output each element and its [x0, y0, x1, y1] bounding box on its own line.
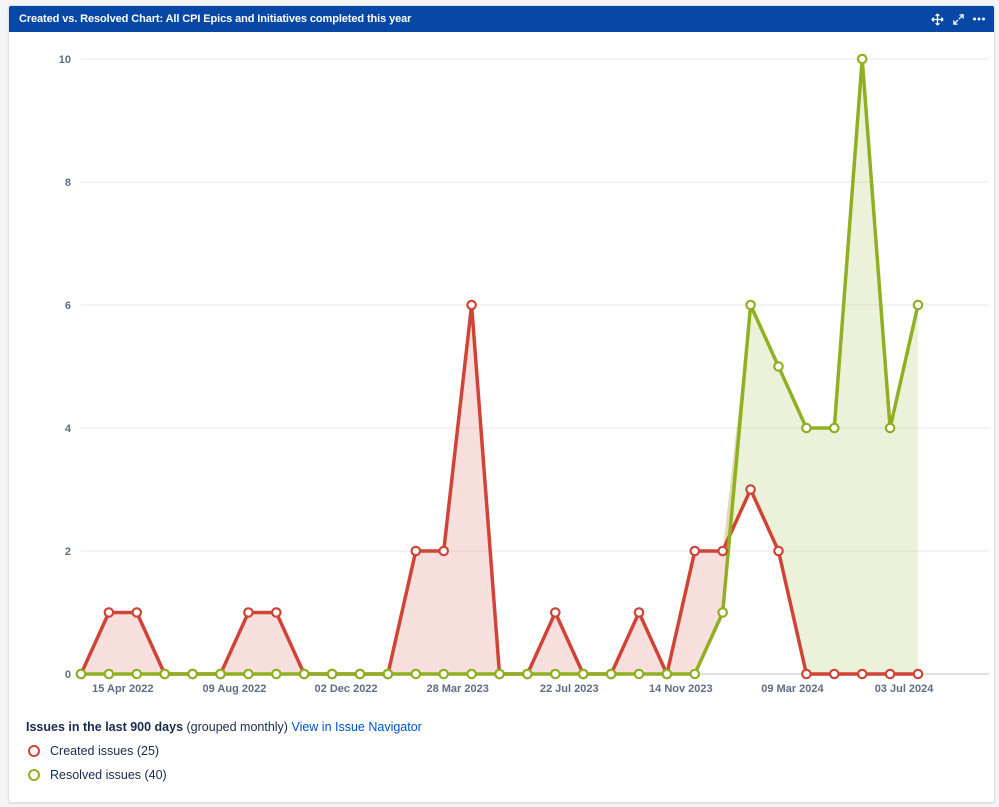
resolved-data-point [633, 668, 645, 680]
resolved-data-point [912, 299, 924, 311]
view-in-issue-navigator-link[interactable]: View in Issue Navigator [291, 720, 421, 734]
resolved-data-point [466, 668, 477, 680]
y-tick-label: 6 [65, 300, 71, 312]
chart-footer: Issues in the last 900 days (grouped mon… [26, 720, 422, 782]
created-data-point [410, 545, 422, 557]
y-tick-label: 10 [59, 54, 71, 66]
resolved-data-point [382, 668, 394, 680]
resolved-data-point [717, 607, 728, 618]
resolved-data-point [326, 668, 338, 680]
resolved-area [81, 59, 918, 674]
created-data-point [131, 607, 143, 618]
resolved-data-point [828, 422, 840, 434]
created-data-point [884, 668, 896, 680]
created-data-point [466, 299, 477, 311]
legend-resolved-label: Resolved issues (40) [50, 768, 167, 782]
resolved-data-point [187, 668, 198, 680]
gadget-title-bar: Created vs. Resolved Chart: All CPI Epic… [9, 6, 994, 32]
created-data-point [828, 668, 840, 680]
x-tick-label: 28 Mar 2023 [426, 683, 488, 695]
x-tick-label: 03 Jul 2024 [875, 683, 935, 695]
created-data-point [438, 545, 449, 557]
resolved-data-point [773, 361, 784, 372]
created-data-point [633, 607, 645, 618]
legend-item-created[interactable]: Created issues (25) [26, 744, 422, 758]
created-data-point [773, 545, 784, 557]
y-tick-label: 0 [65, 669, 71, 681]
resolved-data-point [410, 668, 422, 680]
created-vs-resolved-chart: 0 2 4 6 8 10 15 Apr 2022 09 Aug 2022 02 Dec 2022… [59, 53, 989, 695]
resolved-data-point [298, 668, 310, 680]
created-data-point [717, 545, 728, 557]
resolved-data-point [270, 668, 282, 680]
x-tick-label: 22 Jul 2023 [540, 683, 599, 695]
resolved-data-point [75, 668, 87, 680]
resolved-data-point [438, 668, 449, 680]
resolved-data-point [354, 668, 366, 680]
resolved-data-point [494, 668, 505, 680]
y-tick-label: 2 [65, 546, 71, 558]
created-data-point [856, 668, 868, 680]
legend-item-resolved[interactable]: Resolved issues (40) [26, 768, 422, 782]
move-icon[interactable] [930, 12, 944, 26]
resolved-data-point [159, 668, 170, 680]
resolved-data-point [745, 299, 756, 311]
x-tick-label: 02 Dec 2022 [315, 683, 378, 695]
more-options-icon[interactable] [972, 12, 986, 26]
resolved-data-point [661, 668, 673, 680]
created-marker-icon [28, 745, 40, 757]
resolved-data-point [689, 668, 701, 680]
chart-area: 0 2 4 6 8 10 15 Apr 2022 09 Aug 2022 02 Dec 2022… [9, 32, 994, 712]
maximize-icon[interactable] [951, 12, 965, 26]
gadget-actions [930, 12, 986, 26]
resolved-data-point [801, 422, 812, 434]
legend-created-label: Created issues (25) [50, 744, 160, 758]
resolved-marker-icon [28, 769, 40, 781]
y-tick-label: 8 [65, 177, 71, 189]
resolved-data-point [856, 53, 868, 65]
footer-heading-row: Issues in the last 900 days (grouped mon… [26, 720, 422, 734]
resolved-data-point [549, 668, 561, 680]
created-data-point [689, 545, 701, 557]
y-tick-label: 4 [65, 423, 72, 435]
created-data-point [103, 607, 115, 618]
x-tick-label: 09 Mar 2024 [761, 683, 824, 695]
resolved-data-point [605, 668, 617, 680]
created-data-point [549, 607, 561, 618]
grouping-label: (grouped monthly) [186, 720, 288, 734]
created-data-point [912, 668, 924, 680]
created-data-point [270, 607, 282, 618]
resolved-data-point [884, 422, 896, 434]
resolved-data-point [577, 668, 589, 680]
resolved-data-point [243, 668, 254, 680]
resolved-data-point [131, 668, 143, 680]
gadget-title: Created vs. Resolved Chart: All CPI Epic… [19, 13, 412, 25]
created-data-point [801, 668, 812, 680]
resolved-data-point [522, 668, 533, 680]
created-data-point [243, 607, 254, 618]
resolved-data-point [215, 668, 226, 680]
x-tick-label: 09 Aug 2022 [203, 683, 267, 695]
resolved-data-point [103, 668, 115, 680]
chart-gadget: Created vs. Resolved Chart: All CPI Epic… [8, 5, 995, 803]
x-tick-label: 15 Apr 2022 [92, 683, 153, 695]
x-tick-label: 14 Nov 2023 [649, 683, 713, 695]
period-heading: Issues in the last 900 days [26, 720, 184, 734]
created-data-point [745, 484, 756, 495]
